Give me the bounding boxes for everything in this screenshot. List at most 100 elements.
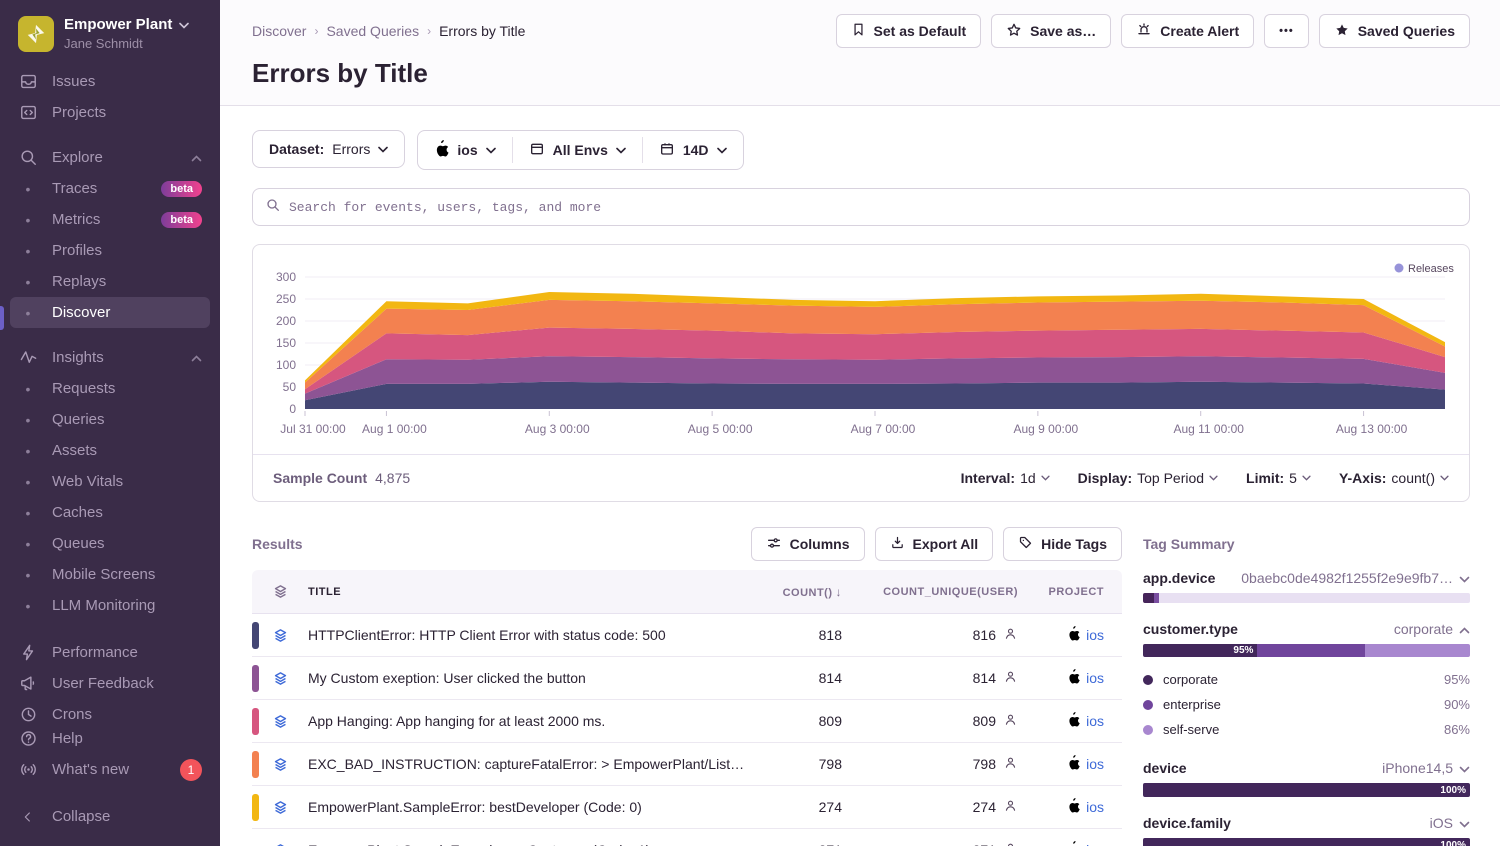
tag-dot-icon bbox=[1143, 725, 1153, 735]
page-title: Errors by Title bbox=[252, 58, 1470, 89]
breadcrumb-separator: › bbox=[427, 24, 431, 38]
sidebar-item-requests[interactable]: •Requests bbox=[10, 373, 210, 404]
project-link[interactable]: ios bbox=[1086, 713, 1104, 729]
sidebar-item-insights[interactable]: Insights bbox=[10, 342, 210, 373]
sidebar-item-label: User Feedback bbox=[52, 675, 202, 692]
count-value: 809 bbox=[746, 713, 842, 729]
sidebar-item-queries[interactable]: •Queries bbox=[10, 404, 210, 435]
sidebar-item-queues[interactable]: •Queues bbox=[10, 528, 210, 559]
tag-header[interactable]: customer.type corporate bbox=[1143, 621, 1470, 637]
breadcrumb-saved-queries[interactable]: Saved Queries bbox=[326, 23, 419, 39]
event-title-link[interactable]: HTTPClientError: HTTP Client Error with … bbox=[308, 627, 746, 643]
tag-section-app-device: app.device 0baebc0de4982f1255f2e9e9fb7… bbox=[1143, 570, 1470, 603]
sidebar-item-discover[interactable]: •Discover bbox=[10, 297, 210, 328]
series-color-chip bbox=[252, 751, 259, 778]
event-title-link[interactable]: App Hanging: App hanging for at least 20… bbox=[308, 713, 746, 729]
project-link[interactable]: ios bbox=[1086, 627, 1104, 643]
org-name: Empower Plant bbox=[64, 16, 189, 34]
stack-icon[interactable] bbox=[252, 627, 308, 644]
sidebar-item-issues[interactable]: Issues bbox=[10, 66, 210, 97]
sidebar-item-crons[interactable]: Crons bbox=[10, 699, 210, 723]
column-title[interactable]: TITLE bbox=[308, 586, 746, 598]
sidebar-item-user-feedback[interactable]: User Feedback bbox=[10, 668, 210, 699]
sidebar-item-metrics[interactable]: •Metricsbeta bbox=[10, 204, 210, 235]
tag-key: device.family bbox=[1143, 815, 1231, 831]
project-link[interactable]: ios bbox=[1086, 799, 1104, 815]
svg-text:150: 150 bbox=[276, 336, 296, 350]
save-as-button[interactable]: Save as… bbox=[991, 14, 1111, 48]
tag-header[interactable]: app.device 0baebc0de4982f1255f2e9e9fb7… bbox=[1143, 570, 1470, 586]
sidebar-item-replays[interactable]: •Replays bbox=[10, 266, 210, 297]
tag-value-label: corporate bbox=[1163, 672, 1444, 687]
tag-distribution-bar[interactable]: 100% bbox=[1143, 838, 1470, 846]
sidebar-item-assets[interactable]: •Assets bbox=[10, 435, 210, 466]
tag-value-row[interactable]: self-serve 86% bbox=[1143, 717, 1470, 742]
org-switcher[interactable]: Empower Plant Jane Schmidt bbox=[0, 12, 220, 66]
sidebar-item-caches[interactable]: •Caches bbox=[10, 497, 210, 528]
search-bar bbox=[252, 188, 1470, 226]
stack-icon[interactable] bbox=[252, 756, 308, 773]
stacked-area-chart[interactable]: 050100150200250300Jul 31 00:00Aug 1 00:0… bbox=[253, 245, 1469, 454]
table-row[interactable]: HTTPClientError: HTTP Client Error with … bbox=[252, 614, 1122, 657]
tag-header[interactable]: device iPhone14,5 bbox=[1143, 760, 1470, 776]
hide-tags-button[interactable]: Hide Tags bbox=[1003, 527, 1122, 561]
collapse-sidebar-button[interactable]: Collapse bbox=[10, 801, 210, 832]
tag-distribution-bar[interactable]: 100% bbox=[1143, 783, 1470, 797]
tag-value-row[interactable]: enterprise 90% bbox=[1143, 692, 1470, 717]
saved-queries-button[interactable]: Saved Queries bbox=[1319, 14, 1470, 48]
bookmark-icon bbox=[851, 22, 866, 40]
table-row[interactable]: App Hanging: App hanging for at least 20… bbox=[252, 700, 1122, 743]
event-title-link[interactable]: EmpowerPlant.SampleError: bestDeveloper … bbox=[308, 799, 746, 815]
interval-selector[interactable]: Interval:1d bbox=[961, 470, 1050, 486]
stack-icon[interactable] bbox=[252, 842, 308, 846]
set-as-default-button[interactable]: Set as Default bbox=[836, 14, 982, 48]
more-options-button[interactable]: ••• bbox=[1264, 14, 1309, 48]
sidebar-item-performance[interactable]: Performance bbox=[10, 637, 210, 668]
project-link[interactable]: ios bbox=[1086, 756, 1104, 772]
user-icon bbox=[1003, 626, 1018, 644]
dataset-selector[interactable]: Dataset: Errors bbox=[252, 130, 405, 168]
limit-selector[interactable]: Limit:5 bbox=[1246, 470, 1311, 486]
date-range-filter[interactable]: 14D bbox=[643, 131, 743, 169]
chevron-down-icon bbox=[1459, 815, 1470, 831]
columns-button[interactable]: Columns bbox=[751, 527, 865, 561]
event-title-link[interactable]: My Custom exeption: User clicked the but… bbox=[308, 670, 746, 686]
table-row[interactable]: EmpowerPlant.SampleError: bestDeveloper … bbox=[252, 786, 1122, 829]
stack-icon[interactable] bbox=[252, 799, 308, 816]
column-count-unique[interactable]: COUNT_UNIQUE(USER) bbox=[842, 586, 1018, 598]
sidebar-item-projects[interactable]: Projects bbox=[10, 97, 210, 128]
create-alert-button[interactable]: Create Alert bbox=[1121, 14, 1254, 48]
export-all-button[interactable]: Export All bbox=[875, 527, 994, 561]
sidebar-item-what-s-new[interactable]: What's new1 bbox=[10, 754, 210, 785]
sidebar-item-traces[interactable]: •Tracesbeta bbox=[10, 173, 210, 204]
sidebar-item-web-vitals[interactable]: •Web Vitals bbox=[10, 466, 210, 497]
column-count[interactable]: COUNT()↓ bbox=[746, 585, 842, 599]
table-row[interactable]: EXC_BAD_INSTRUCTION: captureFatalError: … bbox=[252, 743, 1122, 786]
sidebar-item-profiles[interactable]: •Profiles bbox=[10, 235, 210, 266]
event-title-link[interactable]: EXC_BAD_INSTRUCTION: captureFatalError: … bbox=[308, 756, 746, 772]
tag-distribution-bar[interactable]: 95% bbox=[1143, 644, 1470, 657]
environment-filter[interactable]: All Envs bbox=[513, 131, 642, 169]
sidebar-item-mobile-screens[interactable]: •Mobile Screens bbox=[10, 559, 210, 590]
table-row[interactable]: EmpowerPlant.SampleError: happyCustomer … bbox=[252, 829, 1122, 846]
sidebar-item-explore[interactable]: Explore bbox=[10, 142, 210, 173]
search-input[interactable] bbox=[289, 200, 1457, 215]
stack-icon[interactable] bbox=[252, 713, 308, 730]
yaxis-selector[interactable]: Y-Axis:count() bbox=[1339, 470, 1449, 486]
tag-header[interactable]: device.family iOS bbox=[1143, 815, 1470, 831]
column-project[interactable]: PROJECT bbox=[1018, 586, 1122, 598]
tag-icon bbox=[1018, 535, 1033, 553]
sidebar-item-help[interactable]: Help bbox=[10, 723, 210, 754]
tag-distribution-bar[interactable] bbox=[1143, 593, 1470, 603]
project-link[interactable]: ios bbox=[1086, 670, 1104, 686]
tag-value-row[interactable]: corporate 95% bbox=[1143, 667, 1470, 692]
stack-icon[interactable] bbox=[252, 670, 308, 687]
table-row[interactable]: My Custom exeption: User clicked the but… bbox=[252, 657, 1122, 700]
breadcrumb-discover[interactable]: Discover bbox=[252, 23, 306, 39]
project-link[interactable]: ios bbox=[1086, 842, 1104, 846]
display-selector[interactable]: Display:Top Period bbox=[1078, 470, 1218, 486]
sidebar-item-llm-monitoring[interactable]: •LLM Monitoring bbox=[10, 590, 210, 621]
event-title-link[interactable]: EmpowerPlant.SampleError: happyCustomer … bbox=[308, 842, 746, 846]
project-filter[interactable]: ios bbox=[418, 131, 511, 169]
bullet-icon: • bbox=[18, 598, 38, 614]
